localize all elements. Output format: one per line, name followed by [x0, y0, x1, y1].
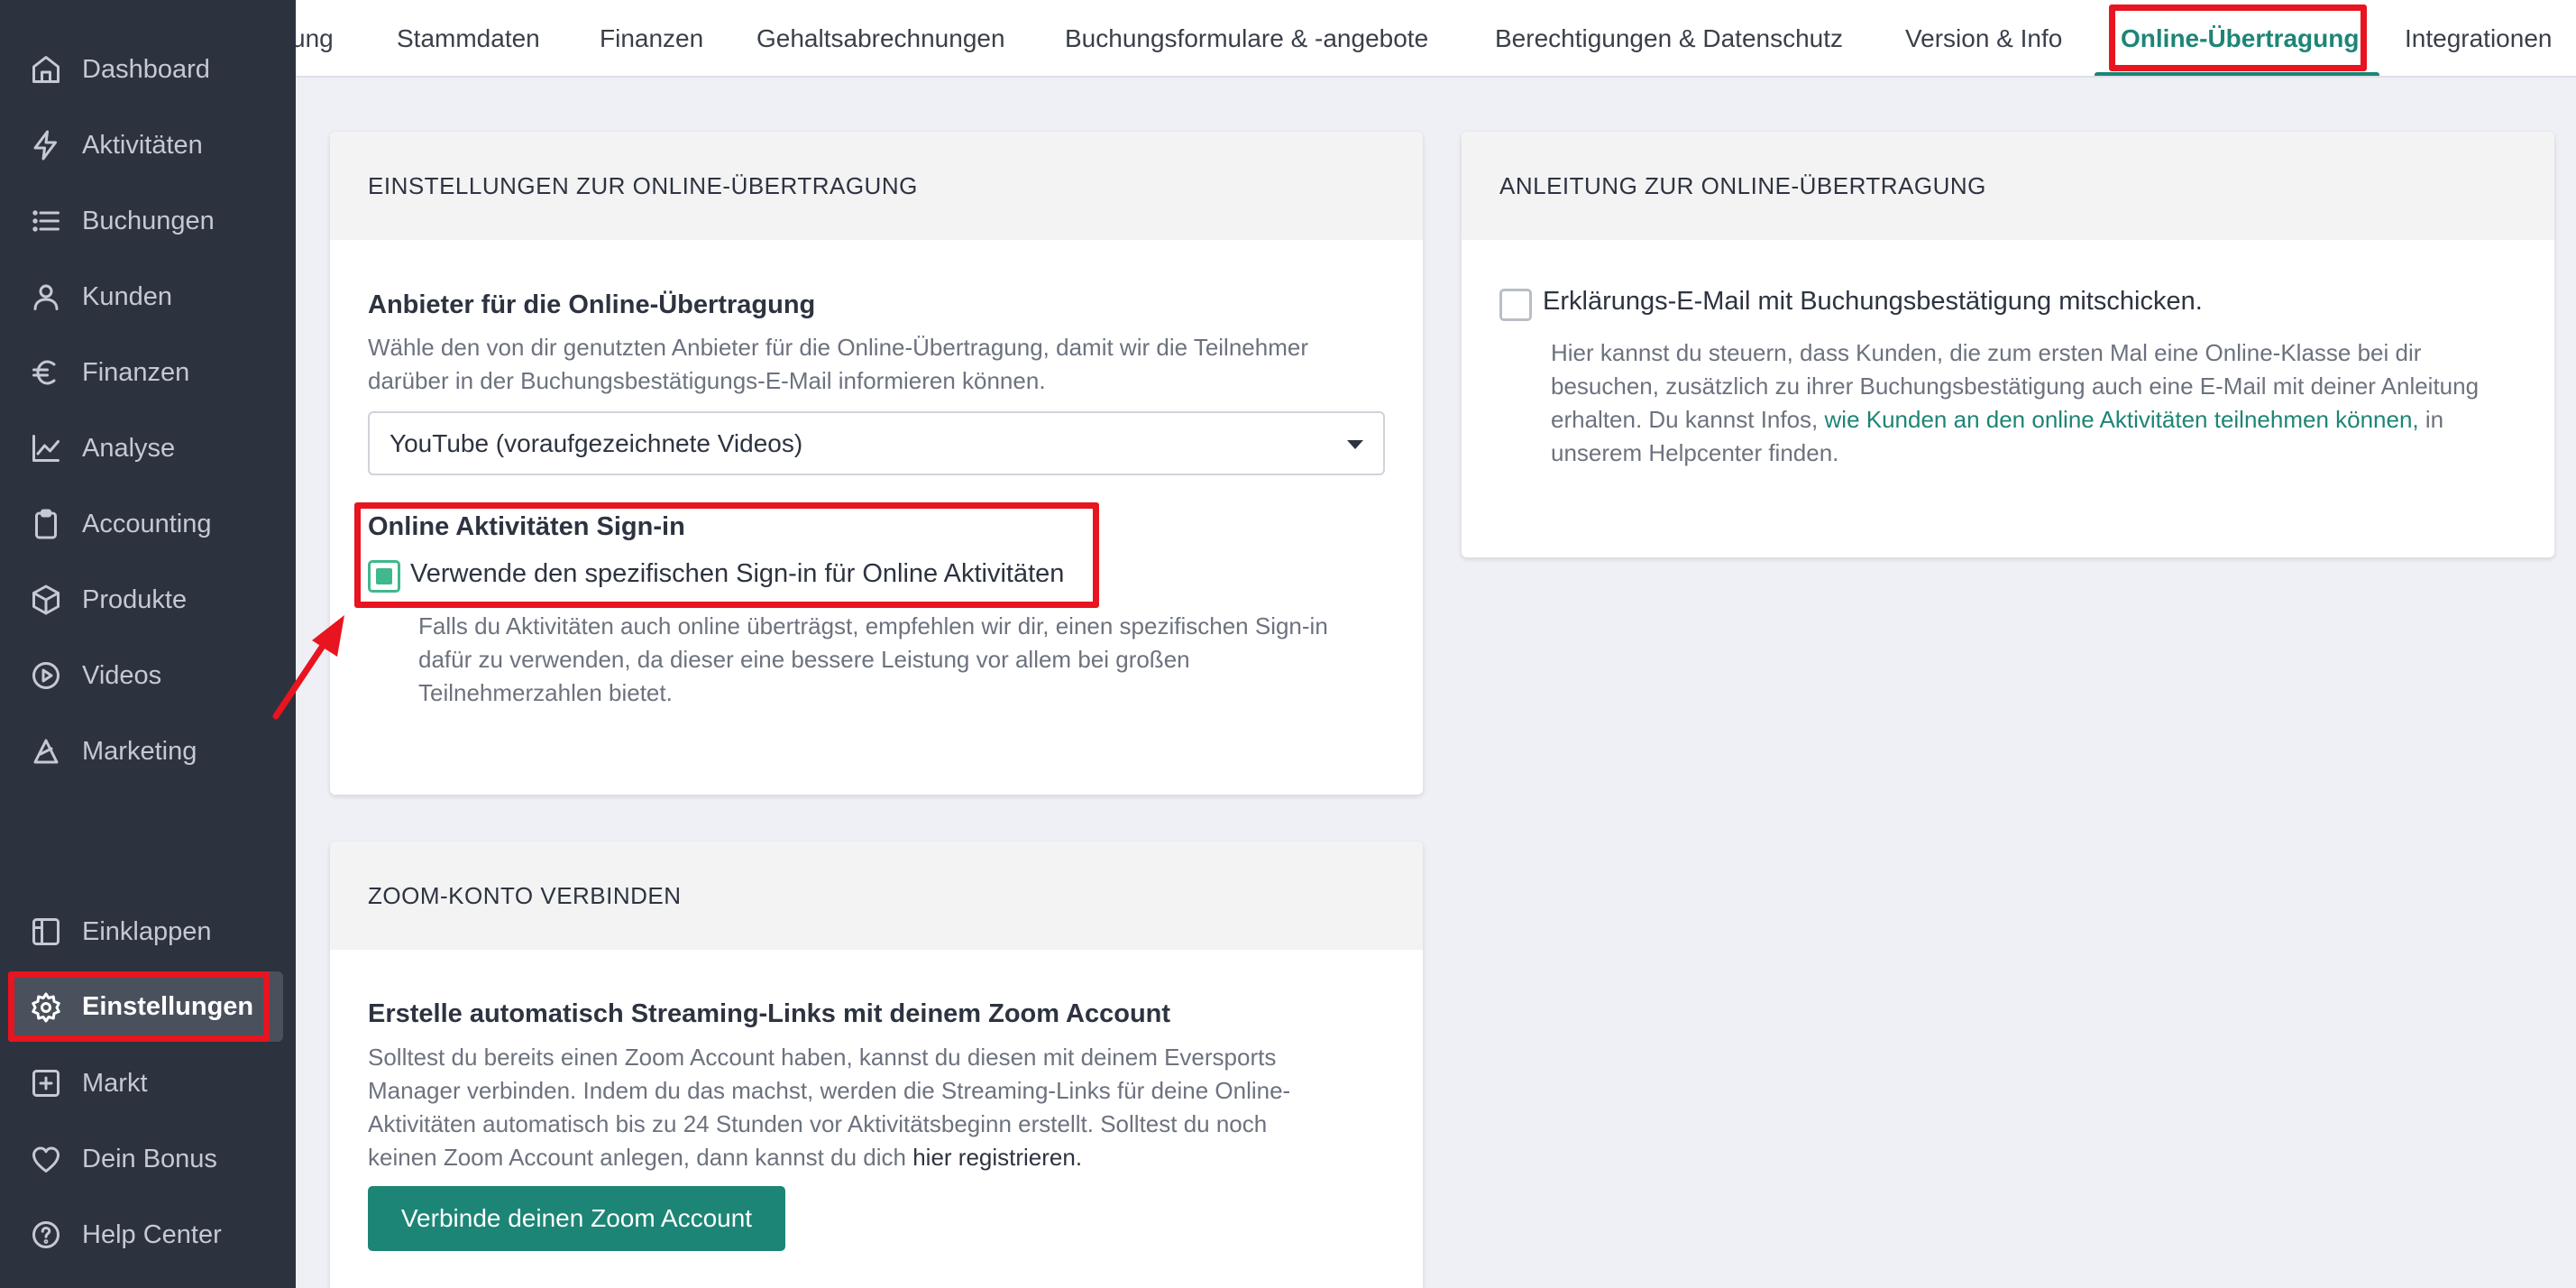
- register-link[interactable]: hier registrieren.: [912, 1144, 1082, 1171]
- sidebar-item-einstellungen[interactable]: Einstellungen: [11, 971, 283, 1042]
- sidebar-item-markt[interactable]: Markt: [0, 1047, 296, 1119]
- sidebar-item-label: Videos: [82, 661, 162, 690]
- guide-help-line: erhalten. Du kannst Infos, wie Kunden an…: [1551, 403, 2443, 437]
- play-circle-icon: [30, 659, 62, 692]
- settings-tab-bar: ung Stammdaten Finanzen Gehaltsabrechnun…: [296, 0, 2576, 78]
- guide-help-text: erhalten. Du kannst Infos,: [1551, 406, 1825, 433]
- zoom-help-line: keinen Zoom Account anlegen, dann kannst…: [368, 1141, 1082, 1174]
- sidebar-item-label: Produkte: [82, 585, 188, 614]
- collapse-icon: [30, 915, 62, 948]
- tab-online-uebertragung[interactable]: Online-Übertragung: [2121, 0, 2359, 76]
- bolt-icon: [30, 129, 62, 161]
- arrow-annotation-icon: [272, 615, 344, 720]
- sidebar-item-videos[interactable]: Videos: [0, 639, 296, 712]
- tab-version-info[interactable]: Version & Info: [1905, 0, 2062, 76]
- sidebar-item-label: Help Center: [82, 1220, 222, 1249]
- sidebar: Dashboard Aktivitäten Buchungen Kunden F…: [0, 0, 296, 1288]
- card-title: ANLEITUNG ZUR ONLINE-ÜBERTRAGUNG: [1462, 132, 2554, 240]
- card-title: EINSTELLUNGEN ZUR ONLINE-ÜBERTRAGUNG: [330, 132, 1423, 240]
- provider-help-line: darüber in der Buchungsbestätigungs-E-Ma…: [368, 367, 1046, 394]
- sidebar-item-aktivitaeten[interactable]: Aktivitäten: [0, 109, 296, 181]
- zoom-help-text: keinen Zoom Account anlegen, dann kannst…: [368, 1144, 913, 1171]
- tab-berechtigungen[interactable]: Berechtigungen & Datenschutz: [1495, 0, 1843, 76]
- help-circle-icon: [30, 1219, 62, 1251]
- explanation-email-label[interactable]: Erklärungs-E-Mail mit Buchungsbestätigun…: [1543, 287, 2203, 317]
- sidebar-item-produkte[interactable]: Produkte: [0, 564, 296, 636]
- zoom-help-line: Solltest du bereits einen Zoom Account h…: [368, 1044, 1277, 1071]
- tab-finanzen[interactable]: Finanzen: [600, 0, 703, 76]
- card-title: ZOOM-KONTO VERBINDEN: [330, 842, 1423, 950]
- signin-help-line: Falls du Aktivitäten auch online überträ…: [418, 612, 1328, 639]
- guide-help-line: Hier kannst du steuern, dass Kunden, die…: [1551, 339, 2422, 366]
- explanation-email-checkbox[interactable]: [1499, 289, 1532, 321]
- sidebar-item-label: Accounting: [82, 510, 212, 538]
- provider-label: Anbieter für die Online-Übertragung: [368, 290, 816, 319]
- megaphone-icon: [30, 735, 62, 768]
- sidebar-item-label: Marketing: [82, 737, 197, 766]
- tab-buchungsformulare[interactable]: Buchungsformulare & -angebote: [1065, 0, 1428, 76]
- sidebar-item-label: Markt: [82, 1069, 148, 1098]
- guide-help-text: in: [2418, 406, 2444, 433]
- tab-integrationen[interactable]: Integrationen: [2405, 0, 2552, 76]
- sidebar-item-label: Finanzen: [82, 358, 190, 387]
- signin-help-line: dafür zu verwenden, da dieser eine besse…: [418, 646, 1190, 673]
- sidebar-item-help-center[interactable]: Help Center: [0, 1199, 296, 1271]
- sidebar-item-label: Aktivitäten: [82, 131, 203, 160]
- provider-help-line: Wähle den von dir genutzten Anbieter für…: [368, 334, 1308, 361]
- active-tab-indicator: [2095, 72, 2379, 76]
- sidebar-item-label: Dashboard: [82, 55, 210, 84]
- sidebar-item-label: Buchungen: [82, 207, 215, 235]
- clipboard-icon: [30, 508, 62, 540]
- euro-icon: [30, 356, 62, 389]
- sidebar-item-marketing[interactable]: Marketing: [0, 715, 296, 787]
- signin-label: Online Aktivitäten Sign-in: [368, 512, 685, 541]
- chart-line-icon: [30, 432, 62, 465]
- zoom-help-line: Aktivitäten automatisch bis zu 24 Stunde…: [368, 1110, 1268, 1137]
- connect-zoom-button[interactable]: Verbinde deinen Zoom Account: [368, 1186, 785, 1251]
- user-icon: [30, 281, 62, 313]
- sidebar-item-buchungen[interactable]: Buchungen: [0, 185, 296, 257]
- sidebar-item-label: Einstellungen: [82, 992, 254, 1021]
- tab-gehaltsabrechnungen[interactable]: Gehaltsabrechnungen: [756, 0, 1005, 76]
- sidebar-item-label: Einklappen: [82, 917, 212, 946]
- caret-down-icon: [1347, 440, 1363, 449]
- sidebar-item-accounting[interactable]: Accounting: [0, 488, 296, 560]
- helpcenter-link[interactable]: wie Kunden an den online Aktivitäten tei…: [1825, 406, 2419, 433]
- sidebar-item-label: Analyse: [82, 434, 176, 463]
- sidebar-item-label: Kunden: [82, 282, 172, 311]
- zoom-heading: Erstelle automatisch Streaming-Links mit…: [368, 999, 1171, 1028]
- sidebar-item-einklappen[interactable]: Einklappen: [0, 896, 296, 968]
- gear-icon: [30, 991, 62, 1024]
- guide-help-line: unserem Helpcenter finden.: [1551, 439, 1839, 466]
- plus-square-icon: [30, 1067, 62, 1099]
- sidebar-item-analyse[interactable]: Analyse: [0, 412, 296, 484]
- signin-checkbox-label[interactable]: Verwende den spezifischen Sign-in für On…: [410, 559, 1064, 589]
- sidebar-item-finanzen[interactable]: Finanzen: [0, 336, 296, 409]
- signin-help-line: Teilnehmerzahlen bietet.: [418, 679, 673, 706]
- heart-icon: [30, 1143, 62, 1175]
- zoom-help-line: Manager verbinden. Indem du das machst, …: [368, 1077, 1291, 1104]
- guide-help-line: besuchen, zusätzlich zu ihrer Buchungsbe…: [1551, 373, 2480, 400]
- sidebar-item-dashboard[interactable]: Dashboard: [0, 33, 296, 106]
- signin-checkbox[interactable]: [368, 560, 400, 593]
- list-icon: [30, 205, 62, 237]
- tab-stammdaten[interactable]: Stammdaten: [397, 0, 540, 76]
- sidebar-item-kunden[interactable]: Kunden: [0, 261, 296, 333]
- provider-select[interactable]: YouTube (voraufgezeichnete Videos): [368, 411, 1385, 475]
- provider-select-value: YouTube (voraufgezeichnete Videos): [390, 429, 803, 457]
- box-icon: [30, 584, 62, 616]
- sidebar-item-dein-bonus[interactable]: Dein Bonus: [0, 1123, 296, 1195]
- home-icon: [30, 53, 62, 86]
- tab-truncated[interactable]: ung: [296, 0, 334, 76]
- sidebar-item-label: Dein Bonus: [82, 1145, 217, 1173]
